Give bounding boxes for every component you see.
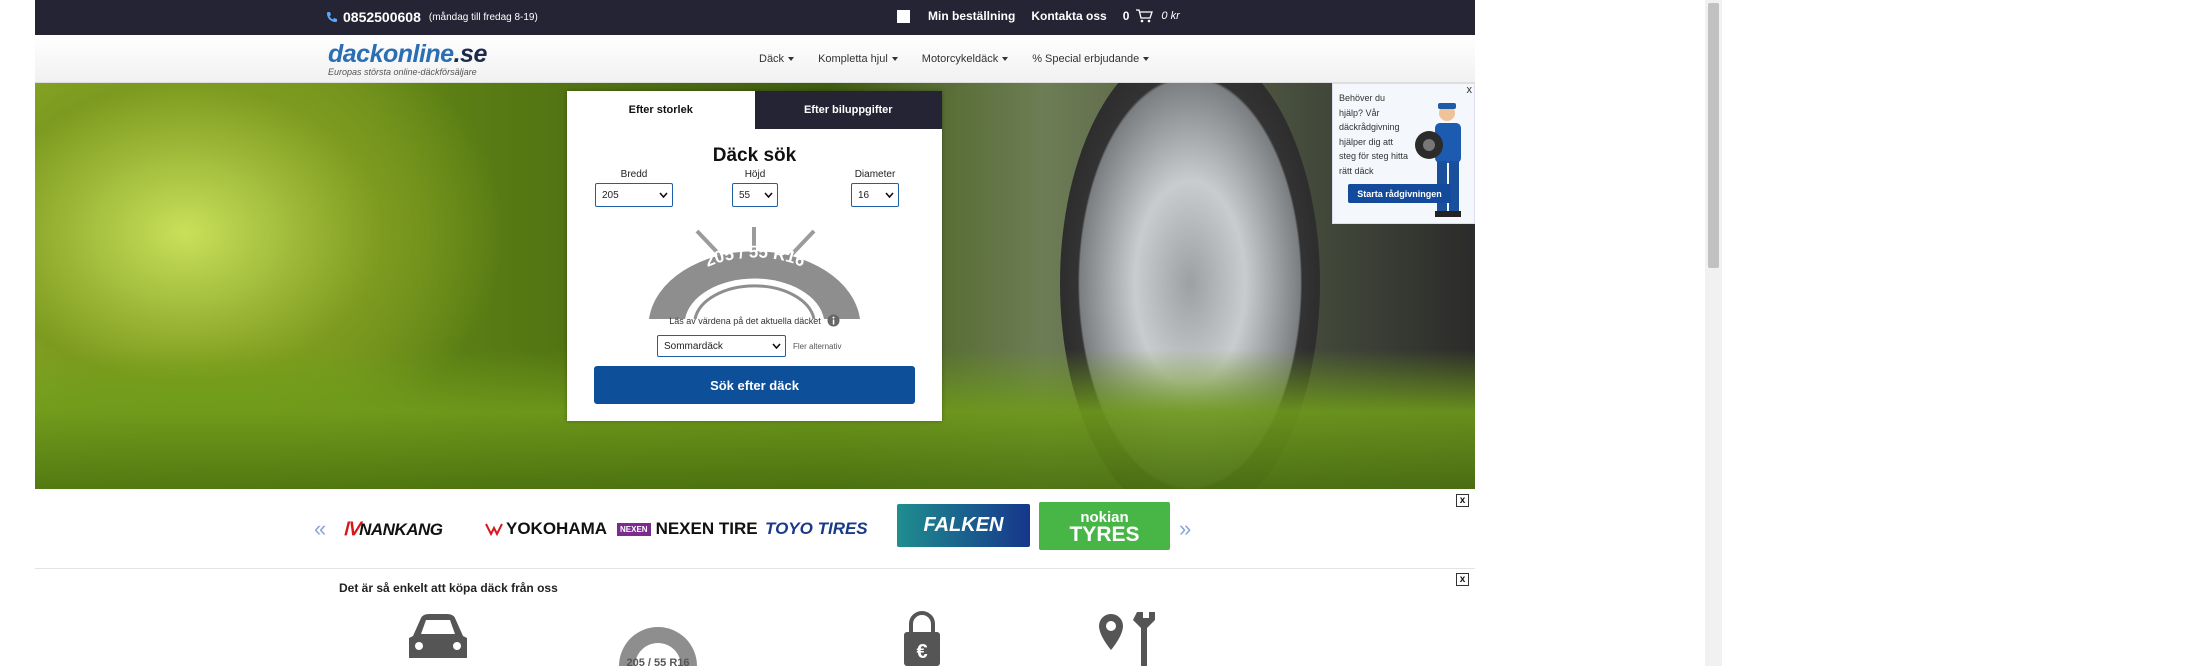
top-links: Min beställning Kontakta oss 0 0 kr [897, 9, 1180, 23]
tab-by-vehicle[interactable]: Efter biluppgifter [754, 91, 942, 129]
chevron-down-icon [764, 192, 773, 198]
brand-name: YOKOHAMA [506, 519, 608, 538]
brand-nexen-logo[interactable]: NEXEN NEXEN TIRE [617, 519, 758, 539]
info-icon[interactable] [827, 314, 840, 327]
advice-text: Behöver du hjälp? Vår däckrådgivning hjä… [1339, 93, 1409, 176]
advice-widget: Behöver du hjälp? Vår däckrådgivning hjä… [1332, 83, 1475, 224]
logo-tld: .se [453, 40, 488, 68]
diameter-select[interactable]: 16 [851, 183, 899, 207]
caret-down-icon [788, 57, 795, 61]
season-row: Sommardäck Fler alternativ [657, 335, 841, 357]
cart-icon[interactable] [1135, 9, 1154, 23]
tyre-size-label: 205 / 55 R16 [627, 657, 690, 666]
height-select[interactable]: 55 [732, 183, 778, 207]
width-label: Bredd [620, 169, 648, 180]
carousel-next-button[interactable]: » [1179, 516, 1191, 542]
more-options-link[interactable]: Fler alternativ [793, 342, 841, 351]
top-bar: 0852500608 (måndag till fredag 8-19) Min… [35, 0, 1475, 35]
logo-tagline: Europas största online-däckförsäljare [328, 67, 477, 77]
height-field: Höjd 55 [732, 169, 778, 207]
how-to-buy-section: x Det är så enkelt att köpa däck från os… [35, 570, 1475, 666]
carousel-prev-button[interactable]: « [314, 516, 326, 542]
season-select[interactable]: Sommardäck [657, 335, 786, 357]
chevron-down-icon [772, 343, 781, 349]
nankang-mark-icon: Ⅳ [343, 519, 360, 539]
brand-falken-logo[interactable]: FALKEN [897, 504, 1030, 547]
search-tabs: Efter storlek Efter biluppgifter [567, 91, 942, 129]
tyre-size-icon: 205 / 55 R16 [619, 627, 697, 666]
chevron-down-icon [659, 192, 668, 198]
width-field: Bredd 205 [595, 169, 673, 207]
how-to-title: Det är så enkelt att köpa däck från oss [339, 581, 558, 595]
nav-item-motorcykeldack[interactable]: Motorcykeldäck [921, 53, 1009, 65]
cart-total[interactable]: 0 kr [1161, 10, 1179, 22]
opening-hours: (måndag till fredag 8-19) [428, 11, 538, 23]
scrollbar-thumb[interactable] [1708, 3, 1719, 268]
width-value: 205 [602, 189, 619, 201]
phone-contact[interactable]: 0852500608 (måndag till fredag 8-19) [326, 9, 538, 25]
phone-number[interactable]: 0852500608 [343, 9, 421, 25]
size-hint-text: Läs av värdena på det aktuella däcket [669, 315, 821, 326]
advice-close-button[interactable]: x [1467, 84, 1473, 96]
brand-name: NEXEN TIRE [655, 519, 758, 538]
width-select[interactable]: 205 [595, 183, 673, 207]
car-icon [409, 614, 467, 658]
caret-down-icon [1002, 57, 1009, 61]
cart-count[interactable]: 0 [1123, 9, 1130, 23]
caret-down-icon [1143, 57, 1150, 61]
nexen-mark: NEXEN [617, 522, 651, 536]
nav-item-dack[interactable]: Däck [759, 53, 795, 65]
nav-item-special-offer[interactable]: % Special erbjudande [1032, 53, 1150, 65]
brand-yokohama-logo[interactable]: YOKOHAMA [485, 519, 607, 539]
my-order-link[interactable]: Min beställning [928, 9, 1015, 23]
brand-name-line2: TYRES [1069, 523, 1140, 546]
start-advice-button[interactable]: Starta rådgivningen [1348, 184, 1451, 203]
search-tyres-button[interactable]: Sök efter däck [594, 366, 915, 404]
brand-name: FALKEN [923, 514, 1004, 536]
brand-nokian-logo[interactable]: nokian TYRES [1039, 502, 1170, 550]
diameter-value: 16 [858, 189, 870, 201]
nav-item-label: Kompletta hjul [818, 53, 888, 65]
yokohama-mark-icon [485, 523, 503, 536]
diameter-field: Diameter 16 [851, 169, 899, 207]
howto-close-button[interactable]: x [1456, 573, 1469, 586]
tyre-search-panel: Efter storlek Efter biluppgifter Däck sö… [567, 91, 942, 421]
brands-close-button[interactable]: x [1456, 494, 1469, 507]
caret-down-icon [891, 57, 898, 61]
nav-item-label: Motorcykeldäck [921, 53, 999, 65]
location-tool-icon [1099, 612, 1155, 666]
season-value: Sommardäck [664, 340, 723, 352]
brand-name: TOYO TIRES [765, 519, 868, 538]
brand-toyo-logo[interactable]: TOYO TIRES [765, 519, 868, 539]
page-scrollbar[interactable] [1705, 0, 1722, 666]
nav-bar: dackonline.se Europas största online-däc… [35, 35, 1475, 83]
chevron-down-icon [885, 192, 894, 198]
brand-nankang-logo[interactable]: Ⅳ NANKANG [343, 519, 443, 540]
height-value: 55 [739, 189, 751, 201]
svg-text:€: € [916, 641, 927, 663]
size-fields: Bredd 205 Höjd 55 Diameter 16 [567, 169, 942, 211]
size-hint: Läs av värdena på det aktuella däcket [567, 314, 942, 327]
contact-link[interactable]: Kontakta oss [1031, 9, 1106, 23]
lock-euro-icon: € [904, 611, 940, 666]
nav-item-label: Däck [759, 53, 785, 65]
nav-item-kompletta-hjul[interactable]: Kompletta hjul [818, 53, 898, 65]
order-box-icon [897, 9, 910, 23]
height-label: Höjd [744, 169, 766, 180]
search-title: Däck sök [712, 145, 797, 166]
nav-item-label: % Special erbjudande [1032, 53, 1140, 65]
site-logo[interactable]: dackonline.se Europas största online-däc… [328, 40, 487, 77]
brand-name: NANKANG [359, 519, 443, 539]
tab-by-size[interactable]: Efter storlek [567, 91, 755, 129]
tyre-size-gauge-icon: 205 / 55 R16 [649, 227, 860, 319]
phone-icon [327, 12, 337, 22]
logo-name: dackonline [328, 40, 454, 68]
main-menu: Däck Kompletta hjul Motorcykeldäck % Spe… [759, 53, 1173, 65]
diameter-label: Diameter [854, 169, 896, 180]
brand-carousel: x « Ⅳ NANKANG YOKOHAMA NEXEN NEXEN TIRE … [35, 489, 1475, 569]
page: 0852500608 (måndag till fredag 8-19) Min… [0, 0, 2205, 666]
